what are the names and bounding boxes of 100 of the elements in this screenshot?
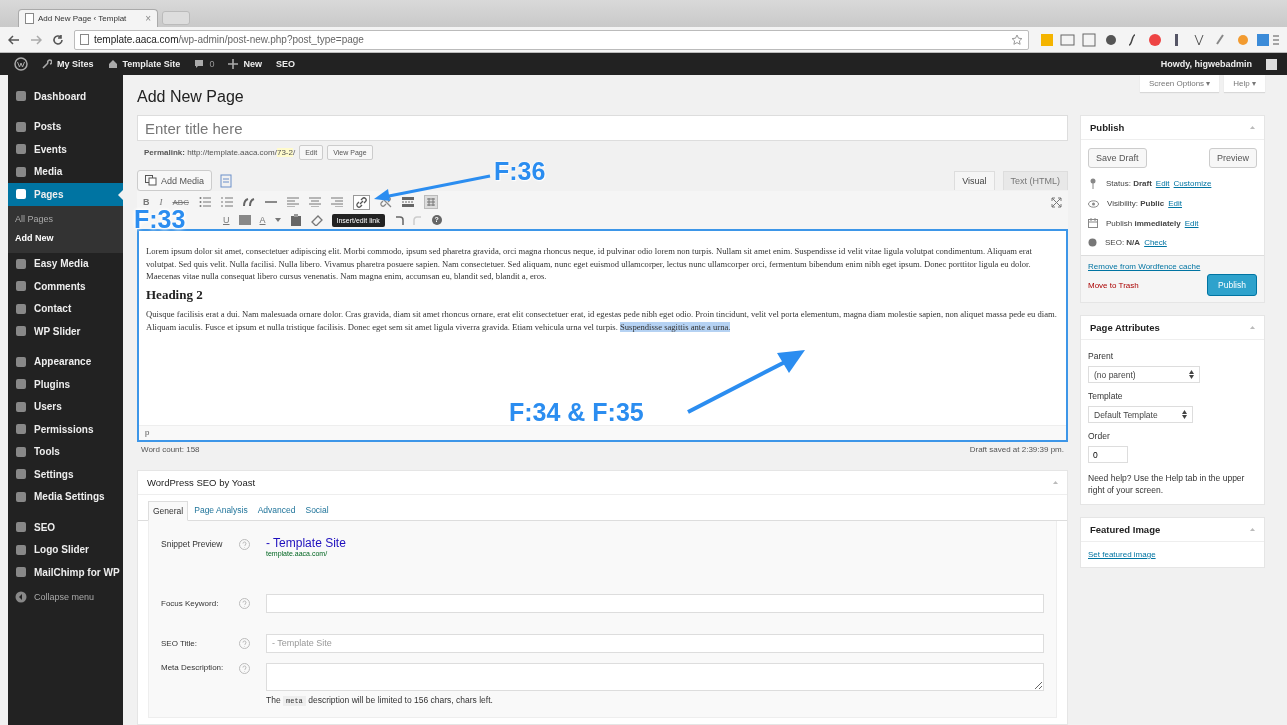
sidebar-item[interactable]: Users xyxy=(8,395,123,418)
collapse-menu-button[interactable]: Collapse menu xyxy=(8,585,123,608)
caret-icon[interactable] xyxy=(1250,528,1255,531)
strikethrough-button[interactable]: ABC xyxy=(172,197,189,207)
caret-icon[interactable] xyxy=(1250,326,1255,329)
screen-meta-tab[interactable]: Help ▾ xyxy=(1224,75,1265,92)
caret-icon[interactable] xyxy=(274,218,281,222)
numbered-list-icon[interactable] xyxy=(220,197,233,207)
sidebar-item[interactable]: Logo Slider xyxy=(8,538,123,561)
check-link[interactable]: Check xyxy=(1144,238,1167,247)
extension-icons-drawing[interactable] xyxy=(1039,31,1279,48)
wordfence-cache-link[interactable]: Remove from Wordfence cache xyxy=(1088,262,1257,271)
clipboard-icon[interactable] xyxy=(289,214,302,226)
sidebar-item[interactable]: WP Slider xyxy=(8,320,123,343)
sidebar-item[interactable]: Appearance xyxy=(8,350,123,373)
star-icon[interactable] xyxy=(1011,33,1023,46)
add-media-button[interactable]: Add Media xyxy=(137,170,213,191)
help-icon[interactable] xyxy=(239,539,250,550)
sidebar-item[interactable]: Dashboard xyxy=(8,85,123,108)
submenu-item[interactable]: All Pages xyxy=(8,209,123,229)
screen-meta-tab[interactable]: Screen Options ▾ xyxy=(1139,75,1220,92)
forward-arrow-icon[interactable] xyxy=(30,34,42,45)
browser-tab[interactable]: Add New Page ‹ Templat × xyxy=(18,9,158,27)
new-link[interactable]: New xyxy=(228,59,262,69)
seo-tab[interactable]: Page Analysis xyxy=(190,501,252,520)
preview-button[interactable]: Preview xyxy=(1209,148,1257,168)
comments-link[interactable]: 0 xyxy=(194,59,215,69)
parent-select[interactable]: (no parent) xyxy=(1088,366,1200,383)
italic-button[interactable]: I xyxy=(159,197,163,207)
sidebar-item[interactable]: Settings xyxy=(8,463,123,486)
meta-description-field[interactable] xyxy=(266,663,1044,691)
schedule-text: Publish immediately xyxy=(1106,218,1181,228)
help-icon[interactable] xyxy=(239,597,250,609)
customize-link[interactable]: Customize xyxy=(1173,179,1212,188)
field-label: Snippet Preview xyxy=(161,539,224,549)
sidebar-item[interactable]: Plugins xyxy=(8,373,123,396)
title-field[interactable]: Enter title here xyxy=(137,115,1068,141)
template-select[interactable]: Default Template xyxy=(1088,406,1193,423)
editor-area[interactable] xyxy=(137,229,1068,442)
sidebar-item[interactable]: Pages xyxy=(8,183,123,206)
seo-tab[interactable]: Advanced xyxy=(253,501,300,520)
read-more-icon[interactable] xyxy=(401,197,414,207)
my-sites-link[interactable]: My Sites xyxy=(42,59,94,69)
sidebar-item[interactable]: MailChimp for WP xyxy=(8,561,123,584)
help-icon[interactable] xyxy=(239,637,250,649)
address-field[interactable]: template.aaca.com/wp-admin/post-new.php?post_type=page xyxy=(74,29,1029,50)
edit-link[interactable]: Edit xyxy=(1184,218,1199,228)
align-right-icon[interactable] xyxy=(330,197,343,207)
edit-link[interactable]: Edit xyxy=(1168,199,1182,208)
sidebar-item[interactable]: Contact xyxy=(8,297,123,320)
save-draft-button[interactable]: Save Draft xyxy=(1088,148,1147,168)
account-link[interactable]: Howdy, higwebadmin xyxy=(1160,59,1252,69)
sidebar-item[interactable]: Tools xyxy=(8,440,123,463)
square-icon xyxy=(15,521,27,534)
sidebar-item[interactable]: Easy Media xyxy=(8,252,123,275)
seo-tab[interactable]: Social xyxy=(301,501,333,520)
back-arrow-icon[interactable] xyxy=(8,34,20,45)
focus-keyword-field[interactable] xyxy=(266,593,1044,613)
move-to-trash-link[interactable]: Move to Trash xyxy=(1088,280,1139,290)
undo-icon[interactable] xyxy=(393,215,404,225)
editor-tab[interactable]: Text (HTML) xyxy=(1002,171,1068,190)
reload-icon[interactable] xyxy=(52,33,64,46)
edit-link[interactable]: Edit xyxy=(1155,179,1170,188)
sidebar-item[interactable]: Permissions xyxy=(8,418,123,441)
bullet-list-icon[interactable] xyxy=(198,197,211,207)
square-icon xyxy=(15,543,27,556)
seo-tab[interactable]: General xyxy=(148,501,189,521)
link-button[interactable] xyxy=(352,194,370,210)
sidebar-item[interactable]: Media xyxy=(8,160,123,183)
eraser-icon[interactable] xyxy=(310,214,323,226)
fullscreen-icon[interactable] xyxy=(1051,196,1062,208)
sidebar-item[interactable]: Events xyxy=(8,138,123,161)
sidebar-item[interactable]: Media Settings xyxy=(8,485,123,508)
caret-icon[interactable] xyxy=(1053,481,1058,484)
form-icon[interactable] xyxy=(220,173,233,188)
logo-icon[interactable] xyxy=(14,57,28,71)
square-icon xyxy=(15,325,27,338)
set-featured-image-link[interactable]: Set featured image xyxy=(1088,550,1257,559)
quote-icon[interactable] xyxy=(242,197,255,207)
align-left-icon[interactable] xyxy=(286,197,299,207)
underline-button[interactable]: U xyxy=(223,215,230,225)
sidebar-item[interactable]: Posts xyxy=(8,115,123,138)
seo-link[interactable]: SEO xyxy=(275,59,295,69)
text-color-button[interactable]: A xyxy=(259,215,266,225)
order-field[interactable]: 0 xyxy=(1088,446,1128,463)
site-link[interactable]: Template Site xyxy=(107,59,181,69)
sidebar-item[interactable]: Comments xyxy=(8,275,123,298)
align-center-icon[interactable] xyxy=(308,197,321,207)
avatar-placeholder[interactable] xyxy=(1266,58,1277,70)
sidebar-item[interactable]: SEO xyxy=(8,516,123,539)
justify-icon[interactable] xyxy=(238,215,251,225)
square-icon xyxy=(15,468,27,481)
seo-title-field[interactable]: - Template Site xyxy=(266,633,1044,653)
help-icon[interactable] xyxy=(239,663,250,674)
editor-tab[interactable]: Visual xyxy=(954,171,995,190)
caret-icon[interactable] xyxy=(1250,126,1255,129)
unlink-icon[interactable] xyxy=(379,196,392,208)
toolbar-toggle-icon[interactable] xyxy=(423,195,438,209)
submenu-item[interactable]: Add New xyxy=(8,228,123,248)
bold-button[interactable]: B xyxy=(143,197,150,207)
